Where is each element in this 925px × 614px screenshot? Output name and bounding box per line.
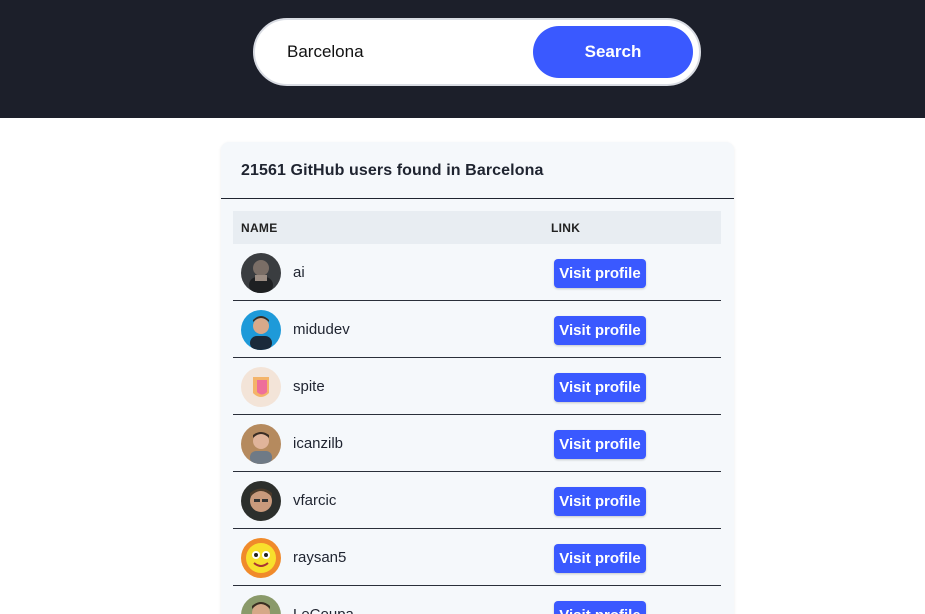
table-row: LeCoupa Visit profile — [233, 586, 721, 614]
table-row: ai Visit profile — [233, 244, 721, 301]
user-name: midudev — [293, 321, 350, 338]
avatar — [241, 253, 281, 293]
divider — [221, 198, 734, 199]
visit-profile-button[interactable]: Visit profile — [554, 487, 646, 516]
user-name: vfarcic — [293, 492, 337, 509]
visit-profile-button[interactable]: Visit profile — [554, 601, 646, 614]
table-row: vfarcic Visit profile — [233, 472, 721, 529]
user-name: spite — [293, 378, 325, 395]
search-button[interactable]: Search — [533, 26, 693, 78]
header: Search — [0, 0, 925, 118]
visit-profile-button[interactable]: Visit profile — [554, 373, 646, 402]
avatar — [241, 595, 281, 614]
table-row: icanzilb Visit profile — [233, 415, 721, 472]
avatar — [241, 424, 281, 464]
column-header-link: LINK — [551, 221, 581, 235]
visit-profile-button[interactable]: Visit profile — [554, 316, 646, 345]
user-name: LeCoupa — [293, 606, 354, 614]
avatar — [241, 310, 281, 350]
table-row: spite Visit profile — [233, 358, 721, 415]
avatar — [241, 538, 281, 578]
results-card: 21561 GitHub users found in Barcelona NA… — [221, 142, 734, 614]
visit-profile-button[interactable]: Visit profile — [554, 259, 646, 288]
avatar — [241, 367, 281, 407]
user-name: ai — [293, 264, 305, 281]
column-header-name: NAME — [241, 221, 278, 235]
results-title: 21561 GitHub users found in Barcelona — [241, 162, 544, 179]
table-row: raysan5 Visit profile — [233, 529, 721, 586]
search-input[interactable] — [287, 34, 527, 70]
visit-profile-button[interactable]: Visit profile — [554, 544, 646, 573]
user-name: raysan5 — [293, 549, 347, 566]
table-row: midudev Visit profile — [233, 301, 721, 358]
table-header: NAME LINK — [233, 211, 721, 244]
avatar — [241, 481, 281, 521]
search-form: Search — [253, 18, 701, 86]
user-name: icanzilb — [293, 435, 344, 452]
visit-profile-button[interactable]: Visit profile — [554, 430, 646, 459]
results-table-body: ai Visit profile midudev Visit profile s… — [233, 244, 721, 614]
